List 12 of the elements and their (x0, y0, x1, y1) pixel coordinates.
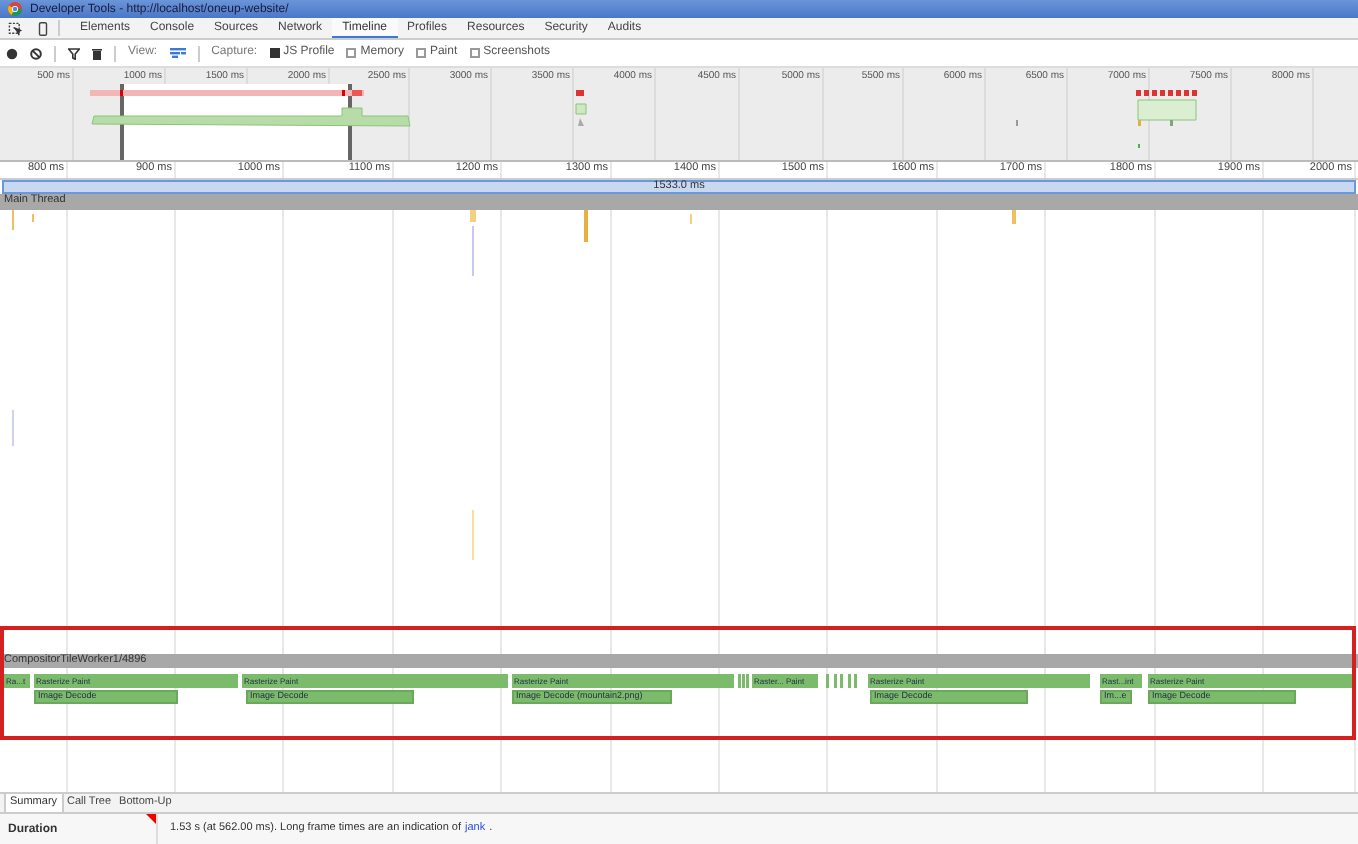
checkbox[interactable] (469, 48, 480, 58)
checkbox[interactable] (269, 48, 280, 58)
warning-corner-icon (146, 814, 156, 824)
filter-icon[interactable] (68, 47, 80, 59)
inspect-icon[interactable] (8, 21, 22, 35)
flame-chart-icon[interactable] (169, 48, 186, 58)
clear-icon[interactable] (30, 47, 42, 59)
trash-icon[interactable] (92, 47, 102, 59)
checkbox[interactable] (415, 48, 426, 58)
checkbox[interactable] (346, 48, 357, 58)
record-icon[interactable] (6, 47, 18, 59)
device-icon[interactable] (38, 21, 48, 35)
